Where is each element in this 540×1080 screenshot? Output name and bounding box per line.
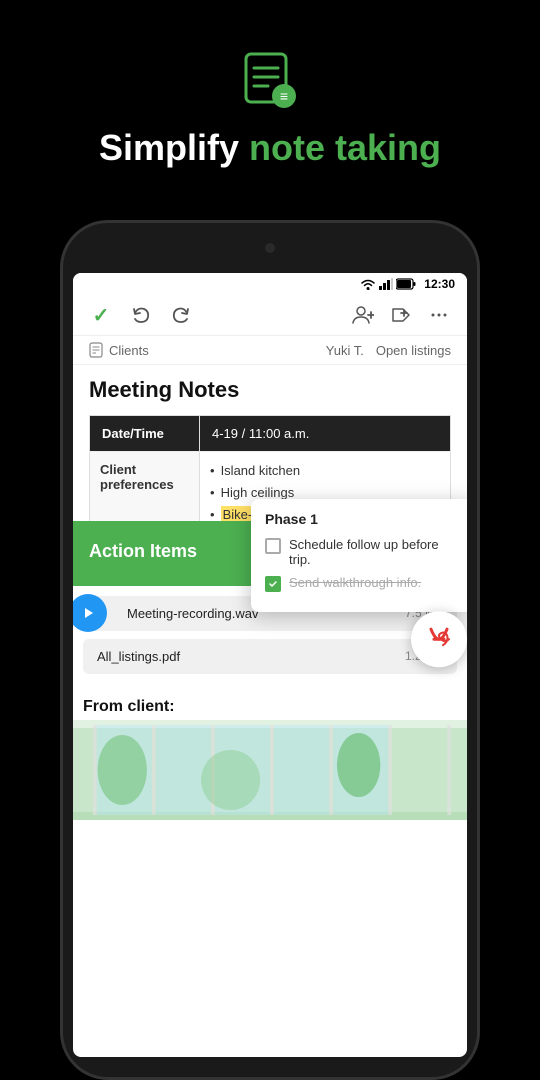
status-time: 12:30 — [424, 277, 455, 291]
add-person-button[interactable] — [351, 303, 375, 327]
preview-svg — [73, 720, 467, 820]
action-items-card: Action Items — [73, 521, 258, 586]
phase-item-1: Schedule follow up before trip. — [265, 537, 461, 567]
pdf-file-item[interactable]: All_listings.pdf 1.2 MB — [83, 639, 457, 674]
phase-popup: Phase 1 Schedule follow up before trip. — [251, 499, 467, 612]
add-person-icon — [352, 305, 374, 325]
pdf-file-row: All_listings.pdf 1.2 MB — [83, 639, 457, 674]
check-icon: ✓ — [93, 303, 110, 328]
add-label-button[interactable] — [389, 303, 413, 327]
table-header-row: Date/Time 4-19 / 11:00 a.m. — [90, 416, 451, 452]
undo-button[interactable] — [129, 303, 153, 327]
phase-checkbox-2[interactable] — [265, 576, 281, 592]
toolbar-left: ✓ — [89, 303, 193, 327]
breadcrumb-user: Yuki T. — [326, 343, 364, 358]
breadcrumb: Clients Yuki T. Open listings — [73, 336, 467, 365]
play-button[interactable] — [73, 594, 107, 632]
redo-icon — [171, 305, 191, 325]
phase-item-text-1: Schedule follow up before trip. — [289, 537, 461, 567]
photo-preview — [73, 720, 467, 820]
toolbar: ✓ — [73, 295, 467, 336]
pref-item-1: • Island kitchen — [210, 462, 440, 480]
tagline-plain: Simplify — [99, 127, 249, 168]
date-value: 4-19 / 11:00 a.m. — [200, 416, 451, 452]
phone-screen: 12:30 ✓ — [73, 273, 467, 1057]
phone-mockup: 12:30 ✓ — [60, 220, 480, 1080]
document-icon — [89, 342, 103, 358]
status-bar: 12:30 — [73, 273, 467, 295]
add-label-icon — [390, 305, 412, 325]
more-button[interactable] — [427, 303, 451, 327]
phase-item-2: Send walkthrough info. — [265, 575, 461, 592]
check-mark-icon — [268, 579, 278, 589]
app-icon: ≡ — [240, 50, 300, 110]
acrobat-badge — [411, 612, 467, 668]
undo-icon — [131, 305, 151, 325]
action-items-label: Action Items — [89, 541, 197, 561]
phase-title: Phase 1 — [265, 511, 461, 527]
meeting-title: Meeting Notes — [89, 377, 451, 403]
scrollable-content: Meeting Notes Date/Time 4-19 / 11:00 a.m… — [73, 365, 467, 1057]
battery-icon — [396, 278, 416, 290]
phone-camera — [230, 237, 310, 259]
svg-text:≡: ≡ — [280, 88, 288, 104]
phase-item-text-2: Send walkthrough info. — [289, 575, 421, 590]
breadcrumb-left: Clients — [89, 342, 149, 358]
from-client-label: From client: — [73, 690, 467, 720]
redo-button[interactable] — [169, 303, 193, 327]
tagline-green: note taking — [249, 127, 441, 168]
phone-frame: 12:30 ✓ — [60, 220, 480, 1080]
phase-checkbox-1[interactable] — [265, 538, 281, 554]
tagline: Simplify note taking — [99, 126, 441, 169]
status-icons — [360, 278, 416, 290]
pdf-file-name: All_listings.pdf — [97, 649, 405, 664]
open-listings-link[interactable]: Open listings — [376, 343, 451, 358]
date-label: Date/Time — [90, 416, 200, 452]
breadcrumb-section: Clients — [109, 343, 149, 358]
photo-preview-inner — [73, 720, 467, 820]
header-section: ≡ Simplify note taking — [0, 0, 540, 189]
play-icon — [80, 605, 96, 621]
breadcrumb-right: Yuki T. Open listings — [326, 343, 451, 358]
pref-text-1: Island kitchen — [221, 462, 301, 480]
acrobat-icon — [421, 622, 457, 658]
toolbar-right — [351, 303, 451, 327]
check-button[interactable]: ✓ — [89, 303, 113, 327]
signal-icon — [379, 278, 393, 290]
camera-dot — [265, 243, 275, 253]
more-icon — [429, 305, 449, 325]
wifi-icon — [360, 278, 376, 290]
